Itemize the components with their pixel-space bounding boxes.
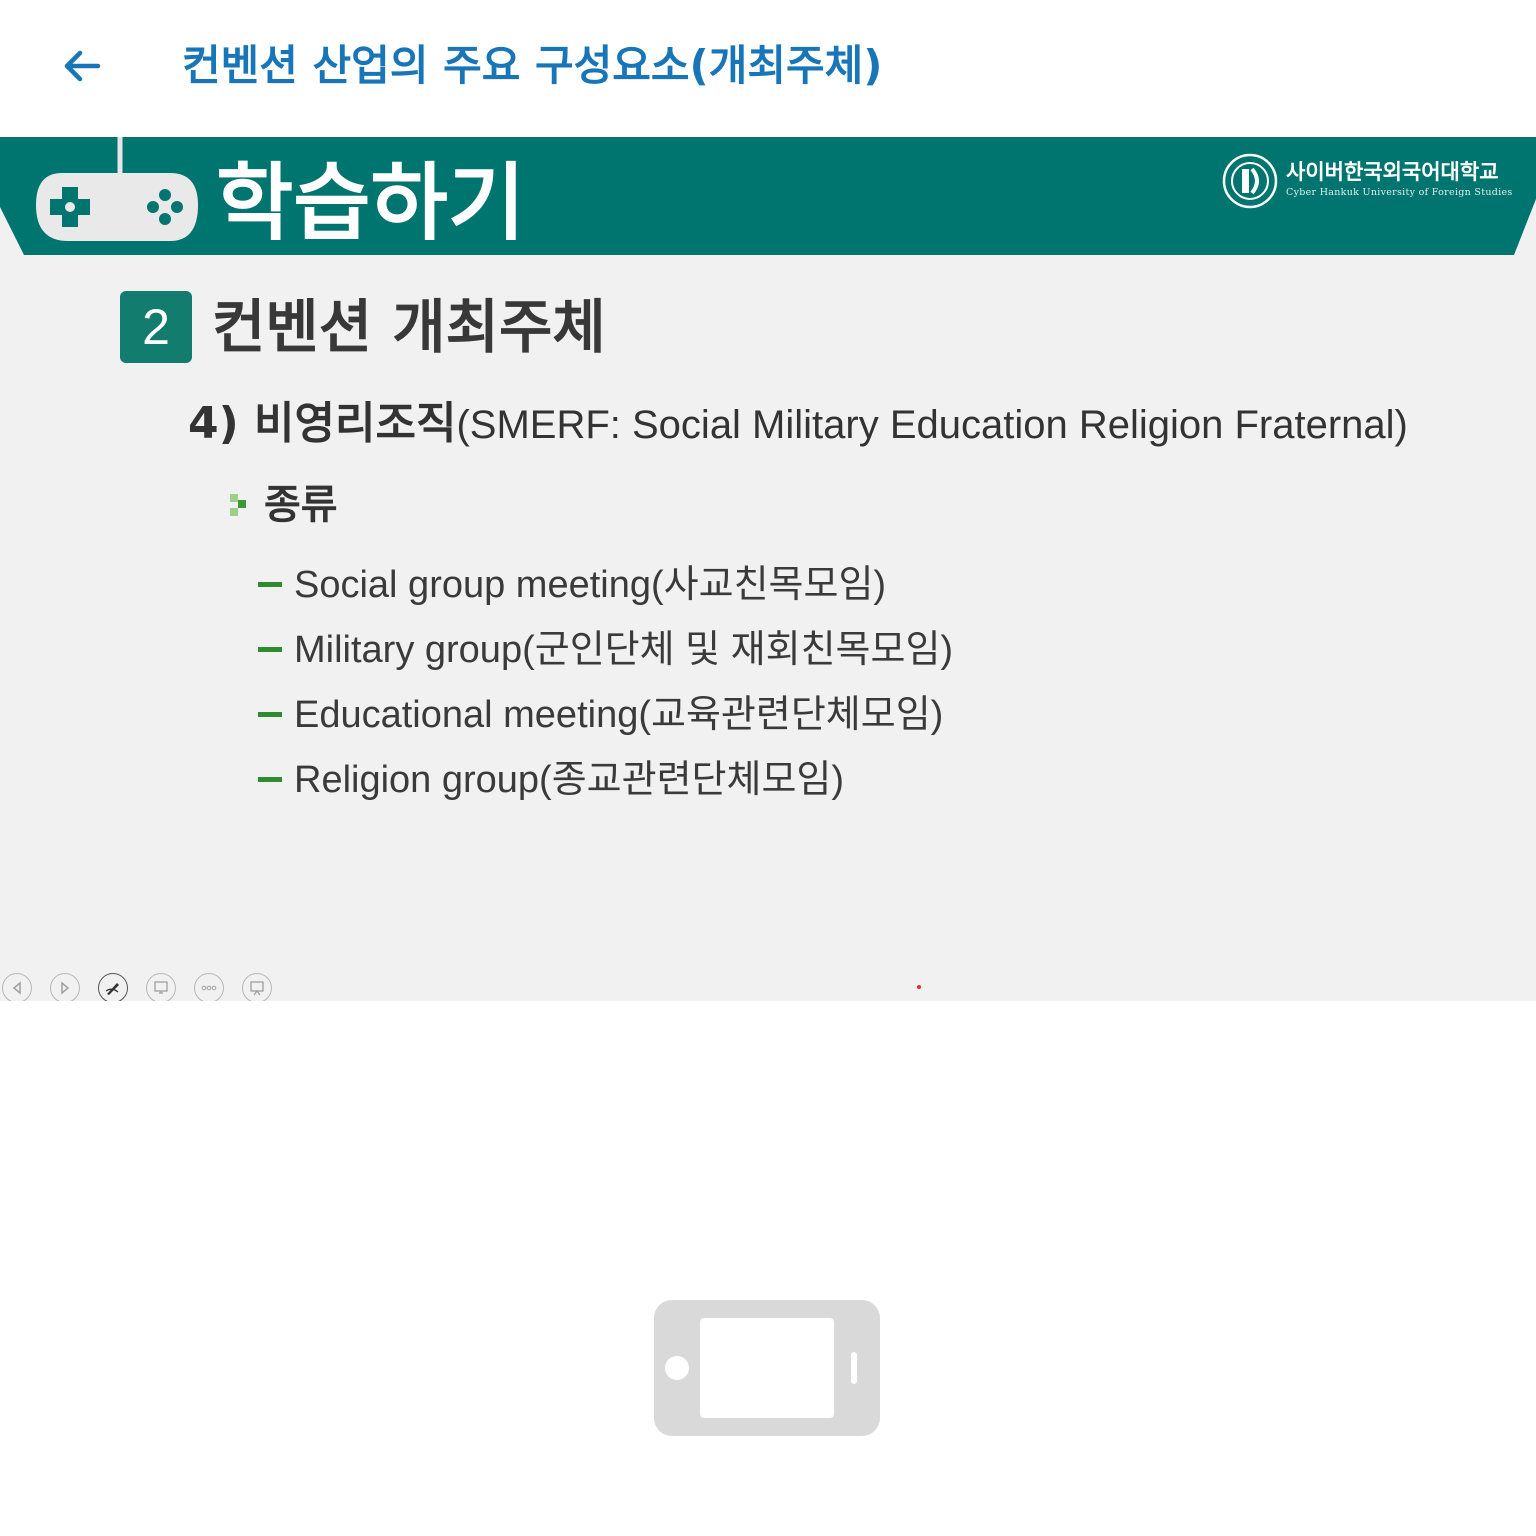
previous-slide-button[interactable] <box>2 973 32 1001</box>
list-item-text: Military group(군인단체 및 재회친목모임) <box>294 628 954 671</box>
item-list: Social group meeting(사교친목모임) Military gr… <box>258 552 953 812</box>
page-title: 컨벤션 산업의 주요 구성요소(개최주체) <box>182 41 883 90</box>
banner-title: 학습하기 <box>216 154 526 252</box>
university-seal-icon <box>1222 153 1278 209</box>
dash-icon <box>258 647 282 652</box>
arrow-bullet-icon <box>230 494 246 516</box>
list-item: Social group meeting(사교친목모임) <box>258 552 953 617</box>
more-button[interactable] <box>194 973 224 1001</box>
subheading-korean: 비영리조직 <box>254 398 457 449</box>
previous-icon <box>12 981 21 995</box>
next-slide-button[interactable] <box>50 973 80 1001</box>
slide-controls <box>0 971 288 1001</box>
university-name: 사이버한국외국어대학교 <box>1286 160 1499 184</box>
pointer-button[interactable] <box>146 973 176 1001</box>
list-item: Military group(군인단체 및 재회친목모임) <box>258 617 953 682</box>
section-number-badge: 2 <box>120 291 192 363</box>
laser-pointer-dot <box>917 985 921 989</box>
slideshow-icon <box>250 981 264 996</box>
arrow-left-icon <box>64 50 101 82</box>
dash-icon <box>258 712 282 717</box>
back-button[interactable] <box>52 36 112 96</box>
list-item-text: Religion group(종교관련단체모임) <box>294 758 845 801</box>
next-icon <box>61 981 70 995</box>
pen-button[interactable] <box>98 973 128 1001</box>
slide-banner: 학습하기 사이버한국외국어대학교 Cyber Hankuk University… <box>0 137 1536 255</box>
lecture-slide: 학습하기 사이버한국외국어대학교 Cyber Hankuk University… <box>0 137 1536 1001</box>
app-header: 컨벤션 산업의 주요 구성요소(개최주체) <box>0 0 1536 137</box>
slideshow-button[interactable] <box>242 973 272 1001</box>
pointer-icon <box>154 981 168 994</box>
bullet-heading: 종류 <box>228 477 338 533</box>
pen-icon <box>105 983 119 995</box>
university-english-name: Cyber Hankuk University of Foreign Studi… <box>1286 187 1513 198</box>
list-item: Educational meeting(교육관련단체모임) <box>258 682 953 747</box>
section-title: 컨벤션 개최주체 <box>212 293 606 361</box>
list-item-text: Social group meeting(사교친목모임) <box>294 563 887 606</box>
subheading-english: (SMERF: Social Military Education Religi… <box>456 403 1408 447</box>
list-item-text: Educational meeting(교육관련단체모임) <box>294 693 944 736</box>
bullet-label: 종류 <box>264 482 338 528</box>
tablet-rotate-icon <box>654 1300 880 1436</box>
dash-icon <box>258 582 282 587</box>
dash-icon <box>258 777 282 782</box>
subheading-prefix: 4) <box>188 398 255 449</box>
list-item: Religion group(종교관련단체모임) <box>258 747 953 812</box>
more-icon <box>201 985 217 991</box>
subheading: 4) 비영리조직(SMERF: Social Military Educatio… <box>188 392 1408 457</box>
